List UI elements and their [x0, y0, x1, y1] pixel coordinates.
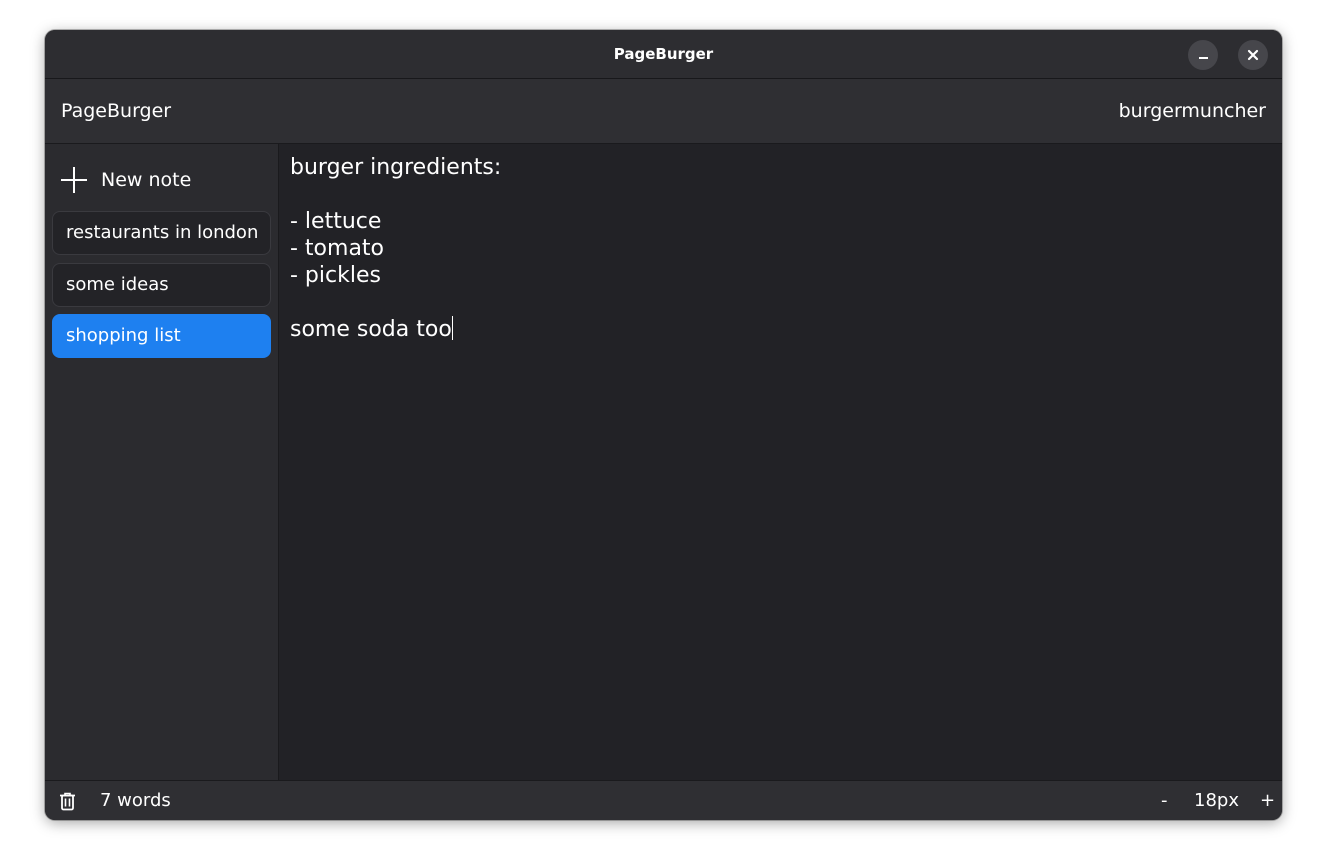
note-editor[interactable]: burger ingredients: - lettuce - tomato -…: [279, 144, 1282, 780]
close-icon: [1247, 49, 1259, 61]
note-content[interactable]: burger ingredients: - lettuce - tomato -…: [290, 154, 501, 343]
text-cursor: [451, 316, 453, 340]
minimize-icon: [1198, 57, 1208, 59]
trash-icon: [60, 792, 75, 811]
status-bar: 7 words - 18px +: [45, 780, 1282, 820]
window-title: PageBurger: [613, 45, 714, 63]
titlebar[interactable]: PageBurger: [45, 30, 1282, 79]
username[interactable]: burgermuncher: [1119, 79, 1266, 143]
notes-sidebar: New note restaurants in london some idea…: [45, 144, 279, 780]
plus-icon: [60, 166, 88, 194]
decrease-font-size-button[interactable]: -: [1161, 781, 1168, 820]
close-button[interactable]: [1238, 40, 1268, 70]
note-item-shopping-list[interactable]: shopping list: [52, 314, 271, 358]
note-item-restaurants-in-london[interactable]: restaurants in london: [52, 211, 271, 255]
word-count: 7 words: [100, 790, 171, 811]
app-name: PageBurger: [61, 100, 172, 122]
note-item-some-ideas[interactable]: some ideas: [52, 263, 271, 307]
increase-font-size-button[interactable]: +: [1260, 781, 1275, 820]
new-note-button[interactable]: New note: [60, 162, 191, 198]
app-window: PageBurger PageBurger burgermuncher New …: [45, 30, 1282, 820]
font-size-value: 18px: [1194, 790, 1239, 811]
note-text: burger ingredients: - lettuce - tomato -…: [290, 155, 502, 342]
delete-note-button[interactable]: [59, 792, 76, 816]
new-note-label: New note: [101, 169, 192, 191]
header-bar: PageBurger burgermuncher: [45, 79, 1282, 144]
minimize-button[interactable]: [1188, 40, 1218, 70]
